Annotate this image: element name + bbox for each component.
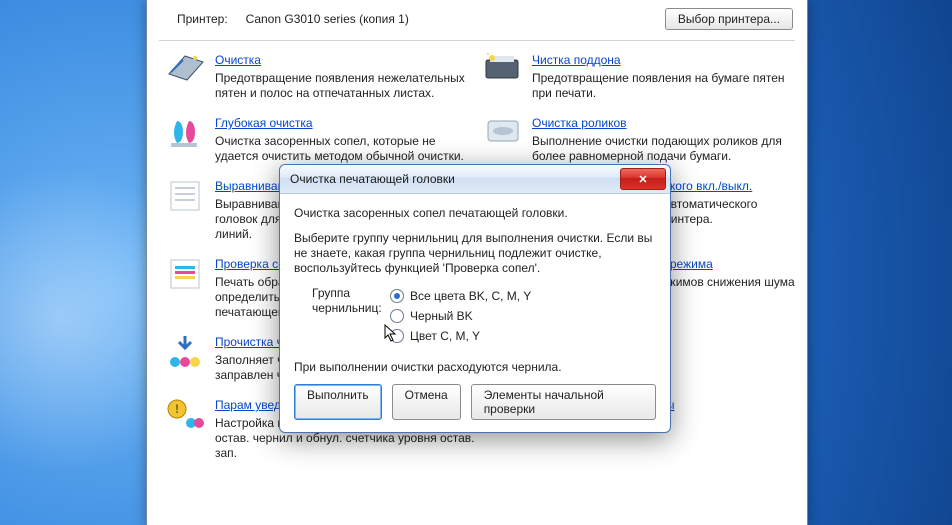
roller-clean-icon — [480, 115, 526, 155]
radio-icon — [390, 289, 404, 303]
close-button[interactable]: ✕ — [620, 168, 666, 190]
radio-black[interactable]: Черный BK — [390, 306, 531, 326]
dialog-title: Очистка печатающей головки — [290, 172, 620, 186]
cleaning-link[interactable]: Очистка — [215, 52, 480, 68]
radio-icon — [390, 329, 404, 343]
select-printer-button[interactable]: Выбор принтера... — [665, 8, 793, 30]
align-icon — [163, 178, 209, 218]
dialog-titlebar[interactable]: Очистка печатающей головки ✕ — [280, 165, 670, 194]
cleaning-desc: Предотвращение появления нежелательных п… — [215, 71, 480, 101]
radio-all-colors[interactable]: Все цвета BK, C, M, Y — [390, 286, 531, 306]
tray-clean-link[interactable]: Чистка поддона — [532, 52, 797, 68]
svg-text:!: ! — [175, 402, 179, 416]
printer-label: Принтер: — [177, 12, 228, 26]
initial-check-items-button[interactable]: Элементы начальной проверки — [471, 384, 656, 420]
radio-icon — [390, 309, 404, 323]
window-header: Принтер: Canon G3010 series (копия 1) Вы… — [147, 0, 807, 40]
close-icon: ✕ — [638, 173, 647, 186]
ink-consumption-note: При выполнении очистки расходуются черни… — [294, 360, 656, 374]
ink-flush-icon — [163, 334, 209, 374]
execute-button[interactable]: Выполнить — [294, 384, 382, 420]
cancel-button[interactable]: Отмена — [392, 384, 461, 420]
tray-clean-desc: Предотвращение появления на бумаге пятен… — [532, 71, 797, 101]
dialog-intro: Очистка засоренных сопел печатающей голо… — [294, 206, 656, 221]
print-head-cleaning-dialog: Очистка печатающей головки ✕ Очистка зас… — [279, 164, 671, 433]
desktop-background: Принтер: Canon G3010 series (копия 1) Вы… — [0, 0, 952, 525]
ink-level-icon: ! — [163, 397, 209, 437]
radio-color[interactable]: Цвет C, M, Y — [390, 326, 531, 346]
deep-clean-icon — [163, 115, 209, 155]
radio-all-colors-label: Все цвета BK, C, M, Y — [410, 289, 531, 303]
radio-color-label: Цвет C, M, Y — [410, 329, 480, 343]
cleaning-icon — [163, 52, 209, 92]
deep-clean-link[interactable]: Глубокая очистка — [215, 115, 480, 131]
deep-clean-desc: Очистка засоренных сопел, которые не уда… — [215, 134, 480, 164]
nozzle-check-icon — [163, 256, 209, 296]
printer-name: Canon G3010 series (копия 1) — [246, 12, 409, 26]
roller-clean-link[interactable]: Очистка роликов — [532, 115, 797, 131]
roller-clean-desc: Выполнение очистки подающих роликов для … — [532, 134, 797, 164]
radio-black-label: Черный BK — [410, 309, 473, 323]
tray-clean-icon — [480, 52, 526, 92]
header-divider — [159, 40, 795, 41]
ink-group-label: Группа чернильниц: — [312, 286, 390, 346]
dialog-instruction: Выберите группу чернильниц для выполнени… — [294, 231, 656, 276]
